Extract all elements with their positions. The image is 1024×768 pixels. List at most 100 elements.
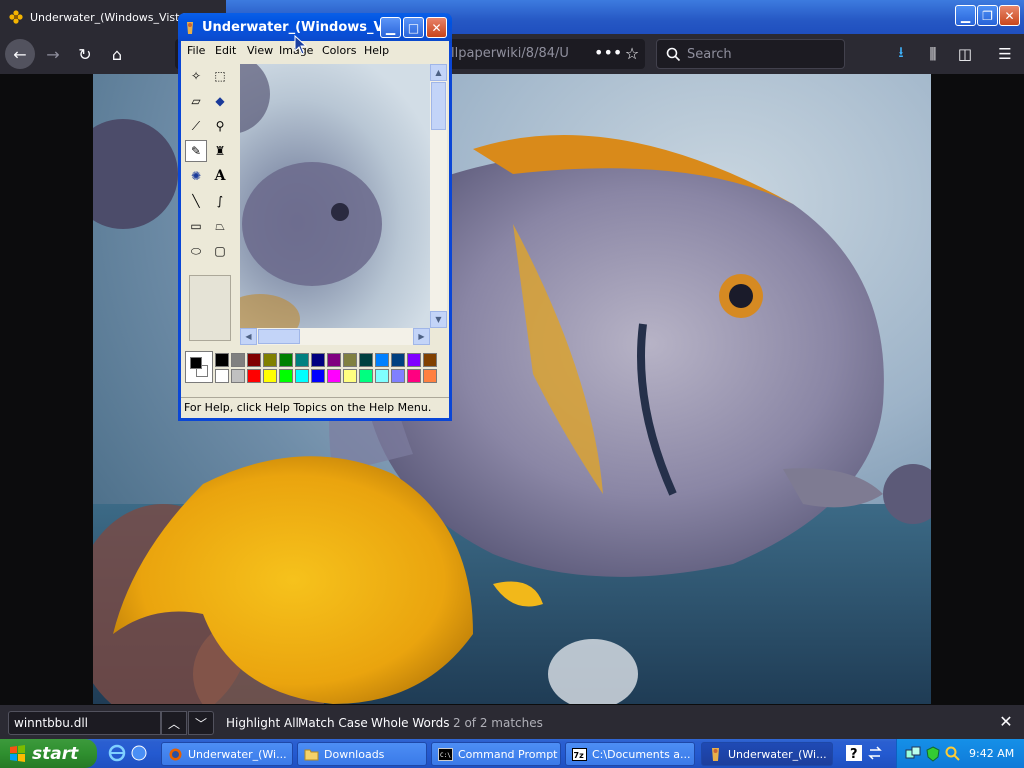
palette-color-swatch[interactable] — [215, 353, 229, 367]
polygon-tool[interactable]: ⏢ — [209, 215, 231, 237]
restore-button[interactable]: ❐ — [977, 5, 998, 26]
curve-tool[interactable]: ∫ — [209, 190, 231, 212]
downloads-button[interactable]: ⭳ — [886, 39, 916, 69]
close-button[interactable]: ✕ — [999, 5, 1020, 26]
library-button[interactable]: ⫼ — [918, 39, 948, 69]
canvas-area[interactable] — [240, 64, 430, 328]
help-icon[interactable]: ? — [845, 744, 863, 762]
forward-button[interactable]: → — [38, 39, 68, 69]
vertical-scroll-thumb[interactable] — [431, 82, 446, 130]
page-actions-button[interactable]: ••• — [594, 39, 622, 69]
brush-tool[interactable]: ♜ — [209, 140, 231, 162]
palette-color-swatch[interactable] — [311, 353, 325, 367]
paint-minimize-button[interactable]: ▁ — [380, 17, 401, 38]
vertical-scrollbar[interactable]: ▲ ▼ — [430, 64, 447, 328]
paint-maximize-button[interactable]: □ — [403, 17, 424, 38]
palette-color-swatch[interactable] — [423, 353, 437, 367]
menu-help[interactable]: Help — [364, 44, 389, 57]
palette-color-swatch[interactable] — [343, 369, 357, 383]
find-next-button[interactable]: ﹀ — [188, 711, 214, 735]
palette-color-swatch[interactable] — [279, 353, 293, 367]
sidebar-button[interactable]: ◫ — [950, 39, 980, 69]
scroll-left-button[interactable]: ◀ — [240, 328, 257, 345]
eraser-tool[interactable]: ▱ — [185, 90, 207, 112]
back-button[interactable]: ← — [5, 39, 35, 69]
search-bar[interactable] — [656, 39, 845, 69]
magnifier-tool[interactable]: ⚲ — [209, 115, 231, 137]
palette-color-swatch[interactable] — [263, 353, 277, 367]
menu-view[interactable]: View — [247, 44, 273, 57]
palette-color-swatch[interactable] — [247, 353, 261, 367]
palette-color-swatch[interactable] — [279, 369, 293, 383]
menu-button[interactable]: ☰ — [990, 39, 1020, 69]
palette-color-swatch[interactable] — [375, 369, 389, 383]
palette-color-swatch[interactable] — [231, 369, 245, 383]
palette-color-swatch[interactable] — [327, 353, 341, 367]
home-button[interactable]: ⌂ — [102, 39, 132, 69]
find-input[interactable] — [8, 711, 161, 735]
palette-color-swatch[interactable] — [407, 369, 421, 383]
palette-color-swatch[interactable] — [359, 353, 373, 367]
free-form-select-tool[interactable]: ✧ — [185, 65, 207, 87]
fill-tool[interactable]: ◆ — [209, 90, 231, 112]
reload-button[interactable]: ↻ — [70, 39, 100, 69]
palette-color-swatch[interactable] — [423, 369, 437, 383]
security-shield-icon[interactable] — [925, 746, 941, 762]
foreground-color-swatch[interactable] — [190, 357, 202, 369]
palette-color-swatch[interactable] — [215, 369, 229, 383]
select-tool[interactable]: ⬚ — [209, 65, 231, 87]
ellipse-tool[interactable]: ⬭ — [185, 240, 207, 262]
internet-explorer-icon[interactable] — [108, 744, 126, 762]
rectangle-tool[interactable]: ▭ — [185, 215, 207, 237]
match-case-checkbox[interactable]: Match Case — [298, 716, 368, 730]
horizontal-scrollbar[interactable]: ◀ ▶ — [240, 328, 430, 345]
magnifier-tray-icon[interactable] — [945, 746, 961, 762]
palette-color-swatch[interactable] — [327, 369, 341, 383]
bookmark-button[interactable]: ☆ — [620, 39, 644, 69]
palette-color-swatch[interactable] — [407, 353, 421, 367]
airbrush-tool[interactable]: ✺ — [185, 165, 207, 187]
palette-color-swatch[interactable] — [231, 353, 245, 367]
palette-color-swatch[interactable] — [391, 369, 405, 383]
network-icon[interactable] — [905, 746, 921, 762]
rounded-rectangle-tool[interactable]: ▢ — [209, 240, 231, 262]
palette-color-swatch[interactable] — [263, 369, 277, 383]
text-tool[interactable]: A — [209, 165, 231, 187]
scroll-right-button[interactable]: ▶ — [413, 328, 430, 345]
palette-color-swatch[interactable] — [311, 369, 325, 383]
canvas-image[interactable] — [240, 64, 430, 328]
switch-windows-icon[interactable] — [866, 744, 884, 762]
palette-color-swatch[interactable] — [295, 369, 309, 383]
menu-colors[interactable]: Colors — [322, 44, 356, 57]
tool-options[interactable] — [189, 275, 231, 341]
highlight-all-checkbox[interactable]: Highlight All — [226, 716, 299, 730]
palette-color-swatch[interactable] — [359, 369, 373, 383]
pick-color-tool[interactable]: ⟋ — [185, 115, 207, 137]
search-input[interactable] — [687, 40, 837, 68]
current-colors[interactable] — [185, 351, 213, 383]
palette-color-swatch[interactable] — [247, 369, 261, 383]
task-downloads[interactable]: Downloads — [297, 742, 427, 766]
task-7zip[interactable]: 7z C:\Documents a... — [565, 742, 695, 766]
scroll-up-button[interactable]: ▲ — [430, 64, 447, 81]
palette-color-swatch[interactable] — [375, 353, 389, 367]
paint-close-button[interactable]: ✕ — [426, 17, 447, 38]
menu-edit[interactable]: Edit — [215, 44, 236, 57]
palette-color-swatch[interactable] — [295, 353, 309, 367]
scroll-down-button[interactable]: ▼ — [430, 311, 447, 328]
task-paint[interactable]: Underwater_(Wi... — [701, 742, 833, 766]
horizontal-scroll-thumb[interactable] — [258, 329, 300, 344]
firefox-quicklaunch-icon[interactable] — [130, 744, 148, 762]
palette-color-swatch[interactable] — [391, 353, 405, 367]
find-close-button[interactable]: ✕ — [996, 712, 1016, 732]
menu-file[interactable]: File — [187, 44, 205, 57]
whole-words-checkbox[interactable]: Whole Words — [371, 716, 449, 730]
line-tool[interactable]: ╲ — [185, 190, 207, 212]
pencil-tool[interactable]: ✎ — [185, 140, 207, 162]
task-firefox[interactable]: Underwater_(Wi... — [161, 742, 293, 766]
start-button[interactable]: start — [0, 739, 97, 768]
task-command-prompt[interactable]: C:\ Command Prompt — [431, 742, 561, 766]
palette-color-swatch[interactable] — [343, 353, 357, 367]
find-previous-button[interactable]: ︿ — [161, 711, 187, 735]
minimize-button[interactable]: ▁ — [955, 5, 976, 26]
